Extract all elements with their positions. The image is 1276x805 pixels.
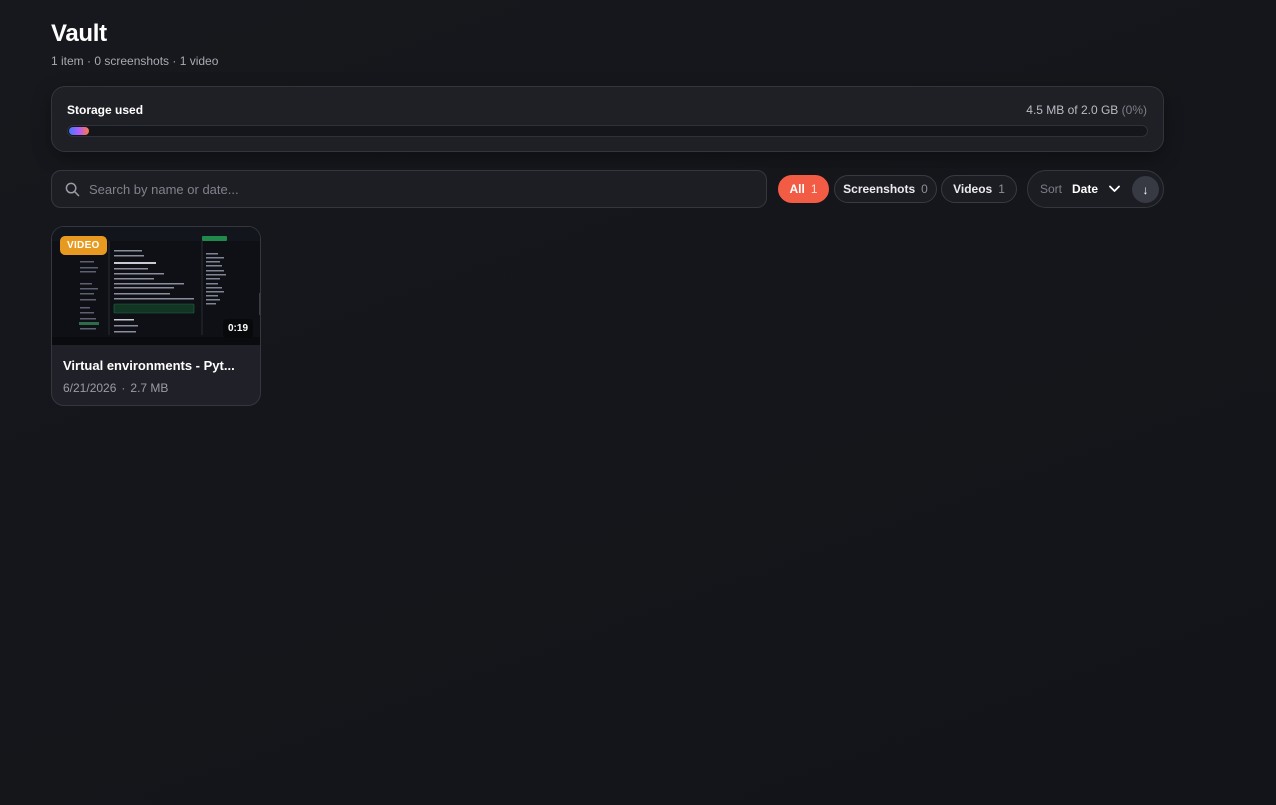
sort-label: Sort: [1040, 182, 1063, 196]
page-header: Vault 1 item · 0 screenshots · 1 video: [51, 20, 218, 68]
filter-all[interactable]: All 1: [778, 175, 829, 203]
vault-page: Vault 1 item · 0 screenshots · 1 video S…: [0, 0, 1276, 805]
filter-videos[interactable]: Videos 1: [941, 175, 1017, 203]
meta-separator: ·: [121, 381, 126, 395]
video-duration: 0:19: [222, 319, 253, 338]
storage-panel: Storage used 4.5 MB of 2.0 GB (0%): [51, 86, 1164, 152]
sort-control[interactable]: Sort Date ↓: [1027, 170, 1164, 208]
sort-select[interactable]: Date: [1072, 182, 1098, 196]
storage-progress-fill: [69, 127, 89, 135]
filter-all-count: 1: [810, 182, 818, 196]
filter-screenshots-count: 0: [921, 182, 928, 196]
storage-progress-bar: [67, 125, 1148, 137]
media-card[interactable]: VIDEO 0:19 Virtual environments - Pyt...…: [51, 226, 261, 406]
chevron-down-icon[interactable]: [1109, 183, 1121, 195]
video-type-badge: VIDEO: [60, 236, 107, 255]
media-title: Virtual environments - Pyt...: [63, 358, 235, 373]
search-input[interactable]: [89, 174, 766, 204]
video-thumbnail[interactable]: VIDEO 0:19: [52, 227, 260, 345]
media-meta: 6/21/2026 · 2.7 MB: [63, 381, 168, 395]
page-summary: 1 item · 0 screenshots · 1 video: [51, 54, 219, 68]
filter-screenshots-label: Screenshots: [843, 182, 916, 196]
filter-all-label: All: [789, 182, 805, 196]
storage-amount-text: 4.5 MB of 2.0 GB: [1026, 103, 1119, 117]
storage-percent: (0%): [1121, 103, 1147, 117]
media-size: 2.7 MB: [130, 381, 169, 395]
media-date: 6/21/2026: [63, 381, 117, 395]
search-icon: [65, 181, 81, 197]
page-title: Vault: [51, 20, 107, 47]
filter-videos-count: 1: [998, 182, 1005, 196]
storage-amount: 4.5 MB of 2.0 GB (0%): [1026, 103, 1147, 117]
filter-screenshots[interactable]: Screenshots 0: [834, 175, 937, 203]
storage-label: Storage used: [67, 103, 144, 117]
search-box[interactable]: [51, 170, 767, 208]
sort-direction-button[interactable]: ↓: [1132, 176, 1159, 203]
filter-videos-label: Videos: [953, 182, 993, 196]
